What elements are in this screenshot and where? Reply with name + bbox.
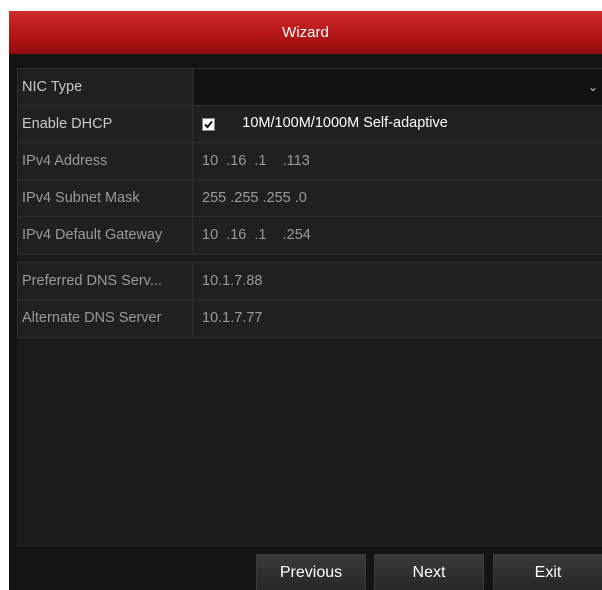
exit-button[interactable]: Exit: [493, 554, 602, 590]
nic-type-label: NIC Type: [18, 69, 193, 105]
preferred-dns-field[interactable]: 10.1.7.88: [194, 263, 602, 299]
network-settings-group: NIC Type 10M/100M/1000M Self-adaptive ⌄ …: [17, 68, 602, 255]
enable-dhcp-row: Enable DHCP: [18, 106, 602, 143]
ipv4-default-gateway-field[interactable]: 10 .16 .1 .254: [194, 217, 602, 254]
preferred-dns-label: Preferred DNS Serv...: [18, 263, 193, 299]
ipv4-subnet-mask-label: IPv4 Subnet Mask: [18, 180, 193, 216]
alternate-dns-field[interactable]: 10.1.7.77: [194, 300, 602, 337]
previous-button[interactable]: Previous: [256, 554, 366, 590]
alternate-dns-label: Alternate DNS Server: [18, 300, 193, 337]
preferred-dns-row: Preferred DNS Serv... 10.1.7.88: [18, 263, 602, 300]
nic-type-row: NIC Type 10M/100M/1000M Self-adaptive ⌄: [18, 69, 602, 131]
ipv4-address-field[interactable]: 10 .16 .1 .113: [194, 143, 602, 179]
ipv4-default-gateway-label: IPv4 Default Gateway: [18, 217, 193, 254]
enable-dhcp-cell: [194, 106, 602, 142]
button-bar: Previous Next Exit: [9, 548, 602, 590]
wizard-window: Wizard NIC Type 10M/100M/1000M Self-adap…: [9, 11, 602, 590]
ipv4-subnet-mask-row: IPv4 Subnet Mask 255 .255 .255 .0: [18, 180, 602, 217]
alternate-dns-row: Alternate DNS Server 10.1.7.77: [18, 300, 602, 337]
nic-type-select[interactable]: 10M/100M/1000M Self-adaptive ⌄: [194, 69, 602, 131]
ipv4-subnet-mask-field[interactable]: 255 .255 .255 .0: [194, 180, 602, 216]
chevron-down-icon: ⌄: [587, 80, 598, 94]
network-settings-panel: NIC Type 10M/100M/1000M Self-adaptive ⌄ …: [17, 68, 602, 547]
ipv4-default-gateway-row: IPv4 Default Gateway 10 .16 .1 .254: [18, 217, 602, 254]
window-title: Wizard: [9, 11, 602, 54]
ipv4-address-row: IPv4 Address 10 .16 .1 .113: [18, 143, 602, 180]
dns-settings-group: Preferred DNS Serv... 10.1.7.88 Alternat…: [17, 262, 602, 338]
checkmark-icon: [204, 120, 213, 129]
enable-dhcp-checkbox[interactable]: [202, 118, 215, 131]
next-button[interactable]: Next: [374, 554, 484, 590]
ipv4-address-label: IPv4 Address: [18, 143, 193, 179]
enable-dhcp-label: Enable DHCP: [18, 106, 193, 142]
